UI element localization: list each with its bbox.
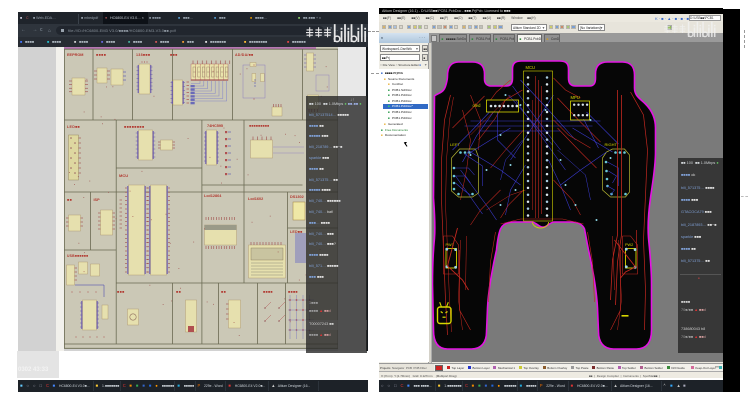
svg-text:oled: oled	[472, 103, 481, 108]
svg-text:138■■■: 138■■■	[136, 53, 150, 57]
svg-text:PW2: PW2	[625, 243, 633, 247]
svg-text:■■■■: ■■■■	[96, 53, 106, 57]
svg-text:■■■: ■■■	[117, 290, 125, 294]
svg-text:RIGHT: RIGHT	[604, 142, 617, 147]
svg-text:■■: ■■	[221, 290, 226, 294]
svg-text:■■: ■■	[67, 198, 72, 202]
svg-text:MCU: MCU	[525, 65, 535, 70]
svg-text:■■■■: ■■■■	[263, 290, 273, 294]
svg-text:LEFT: LEFT	[450, 142, 460, 147]
svg-text:MCU: MCU	[119, 173, 128, 178]
svg-text:DS1302: DS1302	[290, 195, 304, 199]
svg-text:Lcd12864: Lcd12864	[204, 194, 222, 198]
svg-text:MPU: MPU	[570, 95, 579, 100]
svg-text:Lcd1602: Lcd1602	[248, 197, 263, 201]
svg-text:AD/DA/■■: AD/DA/■■	[235, 53, 253, 57]
svg-text:■■■■■■■■: ■■■■■■■■	[124, 125, 145, 129]
svg-text:74HC595: 74HC595	[207, 124, 223, 128]
svg-text:■■■■■■■■■: ■■■■■■■■■	[249, 124, 269, 128]
svg-text:■■■■: ■■■■	[288, 290, 298, 294]
svg-text:■■■: ■■■	[170, 53, 178, 57]
svg-text:■■: ■■	[176, 290, 181, 294]
svg-text:USB■■■■■■: USB■■■■■■	[67, 254, 88, 258]
svg-text:ISP: ISP	[93, 198, 100, 202]
svg-text:EEPROM: EEPROM	[67, 53, 83, 57]
svg-text:LED■■: LED■■	[67, 125, 80, 129]
